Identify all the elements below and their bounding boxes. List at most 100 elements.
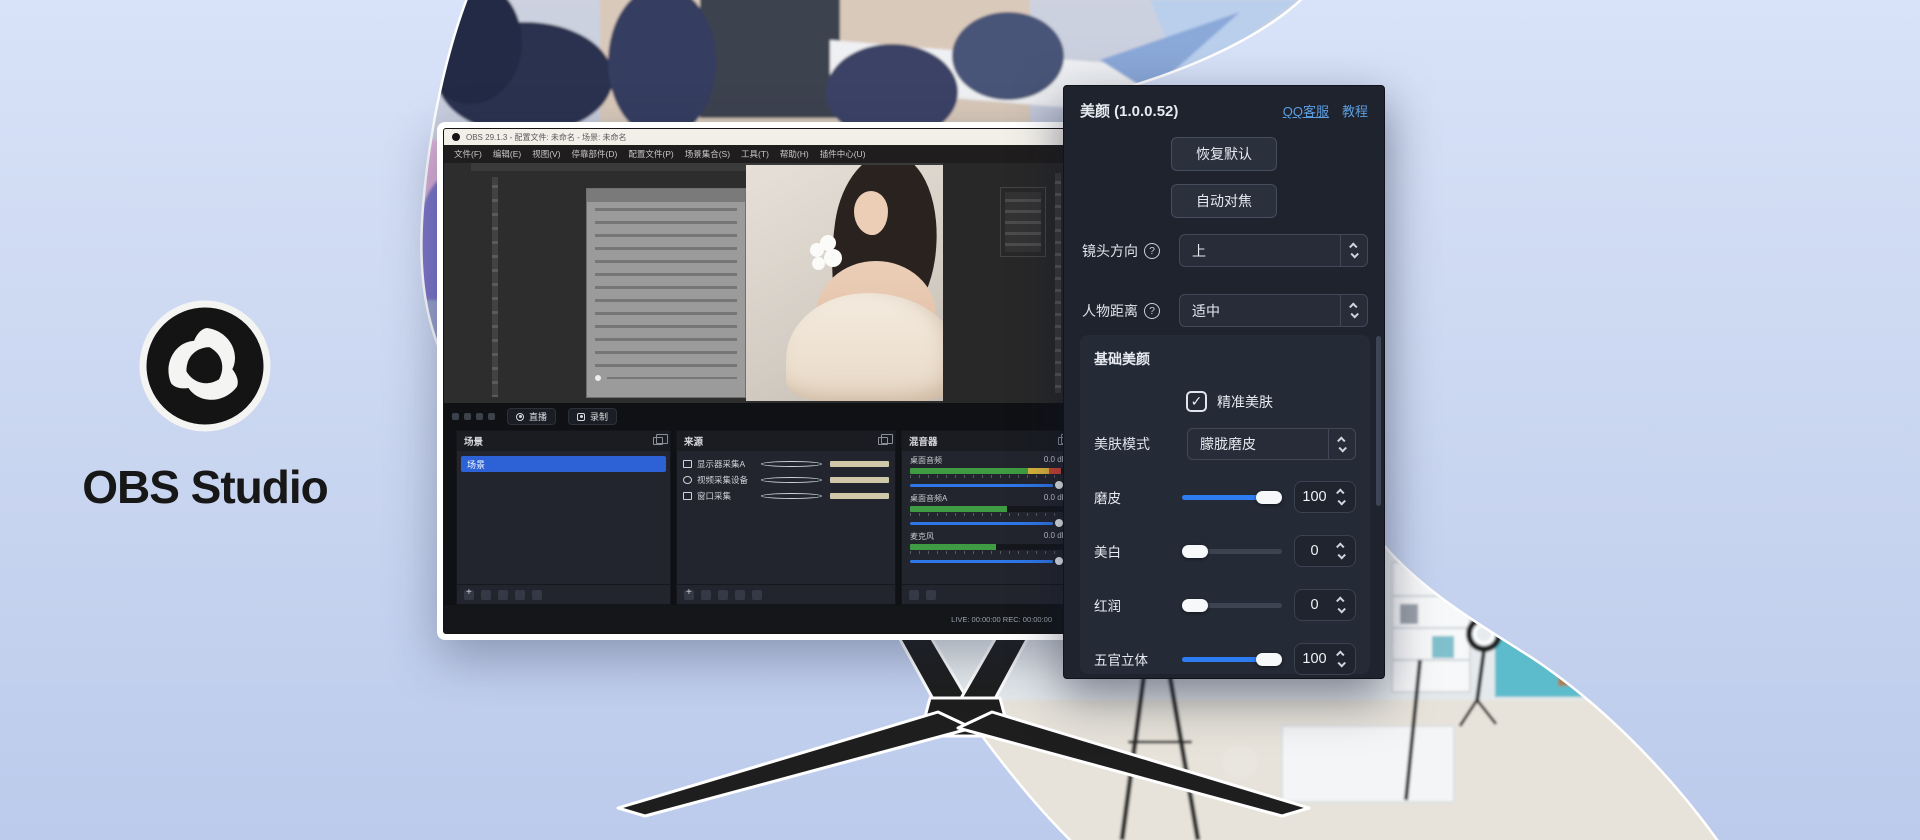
- captured-app-toolbar: [489, 171, 501, 403]
- scenes-toolbar: [457, 584, 670, 604]
- portrait-flower: [810, 235, 844, 275]
- slider-handle[interactable]: [1182, 599, 1208, 612]
- slider-handle[interactable]: [1182, 545, 1208, 558]
- restore-default-button[interactable]: 恢复默认: [1171, 137, 1277, 171]
- slider-handle[interactable]: [1256, 653, 1282, 666]
- person-distance-select[interactable]: 适中: [1179, 294, 1368, 327]
- spinner-icon[interactable]: [1341, 243, 1367, 258]
- add-source-button[interactable]: [684, 590, 694, 600]
- scenes-dock-header: 场景: [457, 431, 670, 451]
- meter-ticks: [910, 475, 1067, 478]
- menu-plugin-center[interactable]: 插件中心(U): [820, 148, 866, 160]
- channel-name: 桌面音频A: [910, 493, 947, 504]
- layers-panel-header: [587, 189, 745, 202]
- qq-support-link[interactable]: QQ客服: [1283, 101, 1329, 120]
- remove-source-button[interactable]: [701, 590, 711, 600]
- face-definition-value[interactable]: 100: [1294, 643, 1356, 675]
- menu-help[interactable]: 帮助(H): [780, 148, 809, 160]
- lock-icon[interactable]: [830, 461, 889, 467]
- slider-line: [607, 377, 737, 379]
- rosy-value[interactable]: 0: [1294, 589, 1356, 621]
- scene-filters-button[interactable]: [498, 590, 508, 600]
- display-capture-icon: [683, 460, 692, 468]
- menu-scene-collection[interactable]: 场景集合(S): [685, 148, 730, 160]
- face-definition-label: 五官立体: [1094, 649, 1182, 669]
- stepper-icon[interactable]: [1334, 597, 1348, 613]
- scene-list-item[interactable]: 场景: [461, 456, 666, 472]
- panel-scrollbar[interactable]: [1376, 336, 1381, 506]
- basic-beauty-section: 基础美颜 ✓ 精准美肤 美肤模式 朦胧磨皮 磨皮: [1080, 335, 1370, 674]
- layers-panel-rows: [595, 208, 737, 368]
- tutorial-link[interactable]: 教程: [1342, 101, 1368, 120]
- mixer-config-button[interactable]: [909, 590, 919, 600]
- remove-scene-button[interactable]: [481, 590, 491, 600]
- volume-slider[interactable]: [910, 519, 1067, 527]
- sources-toolbar: [677, 584, 895, 604]
- face-definition-slider[interactable]: [1182, 653, 1282, 666]
- stepper-icon[interactable]: [1334, 543, 1348, 559]
- audio-meter: [910, 468, 1061, 474]
- live-chip[interactable]: 直播: [507, 408, 556, 425]
- whitening-value[interactable]: 0: [1294, 535, 1356, 567]
- add-scene-button[interactable]: [464, 590, 474, 600]
- auto-focus-button[interactable]: 自动对焦: [1171, 184, 1277, 218]
- slider-handle[interactable]: [1256, 491, 1282, 504]
- live-icon: [516, 413, 524, 421]
- spinner-icon[interactable]: [1341, 303, 1367, 318]
- lock-icon[interactable]: [830, 477, 889, 483]
- spinner-icon[interactable]: [1329, 437, 1355, 452]
- source-row-video-device[interactable]: 视频采集设备: [677, 472, 895, 487]
- help-icon[interactable]: ?: [1144, 243, 1160, 259]
- lock-icon[interactable]: [830, 493, 889, 499]
- smooth-skin-value[interactable]: 100: [1294, 481, 1356, 513]
- source-down-button[interactable]: [752, 590, 762, 600]
- visibility-eye-icon[interactable]: [761, 477, 822, 483]
- menu-docks[interactable]: 停靠部件(D): [572, 148, 618, 160]
- skin-mode-select[interactable]: 朦胧磨皮: [1187, 428, 1356, 460]
- precise-skin-checkbox[interactable]: ✓: [1186, 391, 1207, 412]
- menu-tools[interactable]: 工具(T): [741, 148, 769, 160]
- visibility-eye-icon[interactable]: [761, 461, 822, 467]
- scene-down-button[interactable]: [532, 590, 542, 600]
- portrait-face: [854, 191, 888, 235]
- volume-slider[interactable]: [910, 481, 1067, 489]
- whitening-slider[interactable]: [1182, 545, 1282, 558]
- layers-panel-footer: [595, 374, 737, 382]
- mixer-dock-title: 混音器: [909, 434, 938, 448]
- dock-stack-icon[interactable]: [653, 437, 663, 445]
- source-properties-button[interactable]: [718, 590, 728, 600]
- smooth-skin-slider[interactable]: [1182, 491, 1282, 504]
- menu-profile[interactable]: 配置文件(P): [628, 148, 673, 160]
- volume-slider[interactable]: [910, 557, 1067, 565]
- record-chip[interactable]: 录制: [568, 408, 617, 425]
- obs-titlebar-icon: [452, 133, 460, 141]
- panel-title: 美颜 (1.0.0.52): [1080, 100, 1178, 121]
- source-row-display-capture[interactable]: 显示器采集A: [677, 456, 895, 471]
- captured-app-layers-panel: [586, 188, 746, 398]
- channel-name: 麦克风: [910, 531, 934, 542]
- menu-edit[interactable]: 编辑(E): [493, 148, 521, 160]
- mixer-toolbar: [902, 584, 1075, 604]
- window-capture-icon: [683, 492, 692, 500]
- mixer-advanced-button[interactable]: [926, 590, 936, 600]
- mixer-dock: 混音器 桌面音频 0.0 dB 桌面音频A: [901, 430, 1076, 605]
- scene-up-button[interactable]: [515, 590, 525, 600]
- rosy-slider[interactable]: [1182, 599, 1282, 612]
- whitening-label: 美白: [1094, 541, 1182, 561]
- portrait-dress: [786, 293, 943, 401]
- help-icon[interactable]: ?: [1144, 303, 1160, 319]
- dock-stack-icon[interactable]: [878, 437, 888, 445]
- obs-docks: 场景 场景: [444, 430, 1076, 605]
- visibility-eye-icon[interactable]: [761, 493, 822, 499]
- stepper-icon[interactable]: [1334, 651, 1348, 667]
- section-title: 基础美颜: [1094, 347, 1356, 369]
- channel-name: 桌面音频: [910, 455, 942, 466]
- right-panel-adjustments: [1000, 187, 1046, 257]
- source-up-button[interactable]: [735, 590, 745, 600]
- mixer-channel-desktop-audio-2: 桌面音频A 0.0 dB: [902, 489, 1075, 527]
- menu-file[interactable]: 文件(F): [454, 148, 482, 160]
- menu-view[interactable]: 视图(V): [532, 148, 560, 160]
- camera-direction-select[interactable]: 上: [1179, 234, 1368, 267]
- stepper-icon[interactable]: [1334, 489, 1348, 505]
- source-row-window-capture[interactable]: 窗口采集: [677, 488, 895, 503]
